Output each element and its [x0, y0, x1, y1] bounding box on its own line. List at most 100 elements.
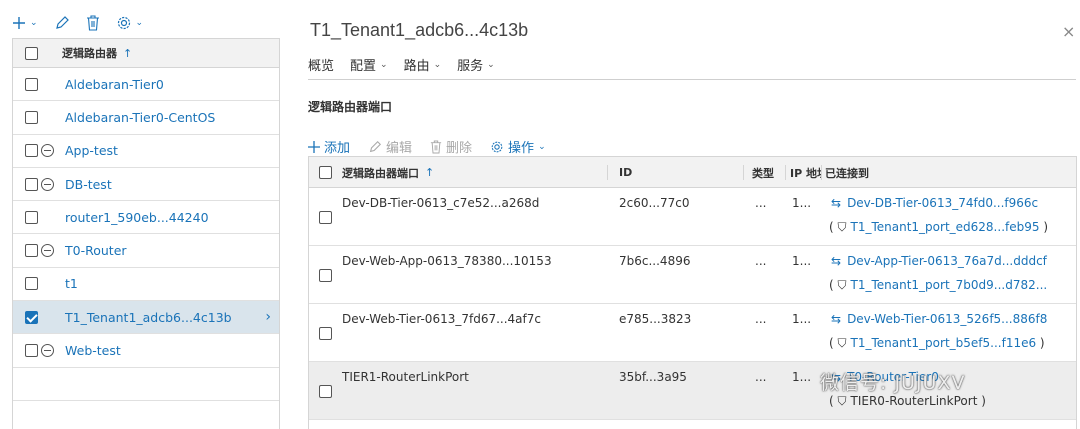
tab-0[interactable]: 概览	[308, 55, 334, 74]
port-row[interactable]: Dev-Web-Tier-0613_7fd67...4af7c e785...38…	[309, 304, 1076, 362]
row-checkbox[interactable]	[319, 327, 332, 340]
router-port-link[interactable]: T1_Tenant1_port_b5ef5...f11e6	[851, 336, 1037, 350]
group-icon	[41, 177, 54, 191]
row-checkbox[interactable]	[25, 144, 38, 158]
router-port-link[interactable]: T1_Tenant1_port_7b0d9...d782...	[851, 278, 1048, 292]
column-header-port[interactable]: 逻辑路由器端口 ↑	[342, 157, 434, 188]
tab-1[interactable]: 配置 ⌄	[350, 55, 388, 74]
column-divider[interactable]	[821, 165, 822, 180]
add-port-button[interactable]: 添加	[308, 137, 350, 156]
port-type: ...	[755, 196, 767, 210]
port-name: Dev-Web-App-0613_78380...10153	[342, 254, 552, 268]
gear-icon	[491, 141, 503, 152]
router-row[interactable]: App-test	[13, 135, 279, 168]
row-checkbox[interactable]	[319, 385, 332, 398]
router-name-link[interactable]: T1_Tenant1_adcb6...4c13b	[65, 310, 232, 325]
router-name-link[interactable]: T0-Router	[65, 243, 127, 258]
router-name-link[interactable]: t1	[65, 276, 78, 291]
paren-open: (	[829, 394, 838, 408]
chevron-down-icon: ⌄	[487, 59, 495, 70]
port-name: TIER1-RouterLinkPort	[342, 370, 469, 384]
column-header-type[interactable]: 类型	[752, 157, 774, 188]
port-row[interactable]: TIER1-RouterLinkPort 35bf...3a95... 1... ⇆ T…	[309, 362, 1076, 420]
row-checkbox[interactable]	[25, 344, 38, 358]
add-router-button[interactable]: ⌄	[12, 16, 38, 30]
router-row[interactable]: Aldebaran-Tier0	[13, 68, 279, 102]
router-actions-button[interactable]: ⌄	[116, 15, 144, 31]
port-id: 35bf...3a95	[619, 370, 687, 384]
select-all-checkbox[interactable]	[25, 46, 38, 60]
port-ip: 1...	[792, 254, 812, 268]
select-all-ports-checkbox[interactable]	[319, 166, 332, 179]
row-checkbox[interactable]	[319, 211, 332, 224]
router-name-link[interactable]: router1_590eb...44240	[65, 210, 209, 225]
port-row[interactable]: Dev-Web-App-0613_78380...10153 7b6c...489…	[309, 246, 1076, 304]
connected-port-link[interactable]: Dev-App-Tier-0613_76a7d...dddcf	[847, 254, 1047, 268]
paren-open: (	[829, 220, 838, 234]
column-divider[interactable]	[607, 165, 608, 180]
router-name-link[interactable]: Web-test	[65, 343, 121, 358]
port-row[interactable]: Dev-DB-Tier-0613_c7e52...a268d 2c60...77c…	[309, 188, 1076, 246]
router-row[interactable]: Aldebaran-Tier0-CentOS	[13, 101, 279, 135]
row-checkbox[interactable]	[25, 310, 38, 324]
close-icon[interactable]: ×	[1062, 22, 1075, 41]
connected-to[interactable]: ⇆ Dev-App-Tier-0613_76a7d...dddcf	[831, 254, 1047, 268]
router-row[interactable]: T1_Tenant1_adcb6...4c13b ›	[13, 301, 279, 335]
connected-port-link[interactable]: Dev-DB-Tier-0613_74fd0...f966c	[847, 196, 1038, 210]
tab-label: 服务	[457, 59, 484, 74]
router-row[interactable]: T0-Router	[13, 234, 279, 268]
row-checkbox[interactable]	[25, 244, 38, 258]
sort-asc-icon: ↑	[123, 46, 133, 60]
tab-label: 路由	[403, 59, 430, 74]
row-checkbox[interactable]	[25, 110, 38, 124]
paren-close: )	[977, 394, 986, 408]
router-grid-header: 逻辑路由器 ↑	[13, 39, 279, 68]
port-ip: 1...	[792, 312, 812, 326]
column-header-port-label: 逻辑路由器端口	[342, 166, 419, 180]
column-header-name[interactable]: 逻辑路由器	[62, 45, 117, 61]
port-ops-button[interactable]: 操作 ⌄	[490, 137, 546, 156]
tab-3[interactable]: 服务 ⌄	[457, 55, 495, 74]
connected-port-link[interactable]: T0-Router-Tier0	[847, 370, 939, 384]
row-checkbox[interactable]	[319, 269, 332, 282]
router-row[interactable]: DB-test	[13, 168, 279, 202]
router-row[interactable]: t1	[13, 268, 279, 302]
connected-port-link[interactable]: Dev-Web-Tier-0613_526f5...886f8	[847, 312, 1047, 326]
connected-to[interactable]: ⇆ T0-Router-Tier0	[831, 370, 939, 384]
column-header-connected[interactable]: 已连接到	[825, 157, 869, 188]
router-port-link[interactable]: TIER0-RouterLinkPort	[851, 394, 978, 408]
router-name-link[interactable]: DB-test	[65, 177, 112, 192]
tab-2[interactable]: 路由 ⌄	[404, 55, 442, 74]
edit-router-button[interactable]	[54, 15, 70, 31]
router-name-link[interactable]: Aldebaran-Tier0-CentOS	[65, 110, 215, 125]
port-id: 2c60...77c0	[619, 196, 690, 210]
router-row[interactable]: Web-test	[13, 334, 279, 368]
router-name-link[interactable]: Aldebaran-Tier0	[65, 77, 164, 92]
row-checkbox[interactable]	[25, 77, 38, 91]
paren-close: )	[1039, 220, 1048, 234]
row-checkbox[interactable]	[25, 277, 38, 291]
delete-router-button[interactable]	[86, 15, 100, 31]
group-icon	[41, 144, 54, 158]
router-port-link[interactable]: T1_Tenant1_port_ed628...feb95	[851, 220, 1040, 234]
connected-router-port: ( ⛉ T1_Tenant1_port_7b0d9...d782...	[829, 278, 1047, 293]
port-type: ...	[755, 254, 767, 268]
row-checkbox[interactable]	[25, 177, 38, 191]
connected-to[interactable]: ⇆ Dev-Web-Tier-0613_526f5...886f8	[831, 312, 1047, 326]
delete-label: 删除	[446, 141, 473, 156]
plus-icon	[13, 17, 25, 29]
link-arrows-icon: ⇆	[831, 254, 842, 268]
column-header-id[interactable]: ID	[619, 157, 632, 188]
trash-icon	[86, 15, 99, 31]
link-arrows-icon: ⇆	[831, 312, 842, 326]
connected-to[interactable]: ⇆ Dev-DB-Tier-0613_74fd0...f966c	[831, 196, 1038, 210]
column-header-ip[interactable]: IP 地址	[790, 157, 822, 188]
row-checkbox[interactable]	[25, 210, 38, 224]
column-divider[interactable]	[743, 165, 744, 180]
router-name-link[interactable]: App-test	[65, 143, 118, 158]
edit-port-button[interactable]: 编辑	[368, 137, 412, 156]
router-row[interactable]: router1_590eb...44240	[13, 201, 279, 235]
column-divider[interactable]	[785, 165, 786, 180]
chevron-down-icon: ⌄	[135, 18, 144, 28]
delete-port-button[interactable]: 删除	[430, 137, 472, 156]
